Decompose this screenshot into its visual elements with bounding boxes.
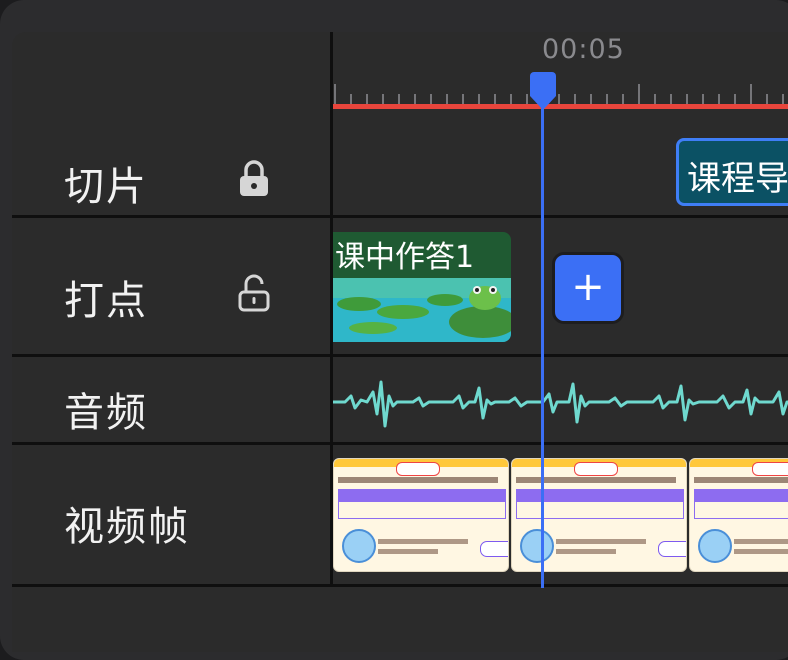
point-clip-label: 课中作答1 xyxy=(335,240,475,275)
video-frames-track[interactable] xyxy=(333,458,788,572)
point-clip[interactable]: 课中作答1 xyxy=(333,232,511,342)
video-frame-thumbnail xyxy=(689,458,788,572)
track-divider xyxy=(12,584,788,587)
slice-clip[interactable]: 课程导 xyxy=(676,138,788,206)
track-label-video-frames: 视频帧 xyxy=(64,504,190,550)
ruler-baseline xyxy=(333,104,788,109)
track-label-audio: 音频 xyxy=(64,390,148,436)
track-divider xyxy=(12,354,788,357)
video-frame-thumbnail xyxy=(333,458,509,572)
timeline-editor: 切片 打点 音频 视频帧 00:05 课程导 课中作答1 + xyxy=(12,32,788,652)
add-point-button[interactable]: + xyxy=(552,252,624,324)
plus-icon: + xyxy=(571,264,605,310)
track-sidebar: 切片 打点 音频 视频帧 xyxy=(12,32,330,592)
playhead-handle-icon[interactable] xyxy=(528,72,558,110)
playhead-line[interactable] xyxy=(541,88,544,588)
point-clip-thumbnail xyxy=(333,278,511,342)
video-frame-thumbnail xyxy=(511,458,687,572)
track-divider xyxy=(12,442,788,445)
lock-closed-icon[interactable] xyxy=(236,158,272,198)
timeline-panel: 切片 打点 音频 视频帧 00:05 课程导 课中作答1 + xyxy=(0,0,788,660)
track-divider xyxy=(12,215,788,218)
track-label-slice: 切片 xyxy=(64,164,148,210)
lock-open-icon[interactable] xyxy=(236,272,272,312)
track-label-point: 打点 xyxy=(64,278,148,324)
time-ruler[interactable] xyxy=(333,32,788,112)
audio-waveform[interactable] xyxy=(333,362,788,442)
